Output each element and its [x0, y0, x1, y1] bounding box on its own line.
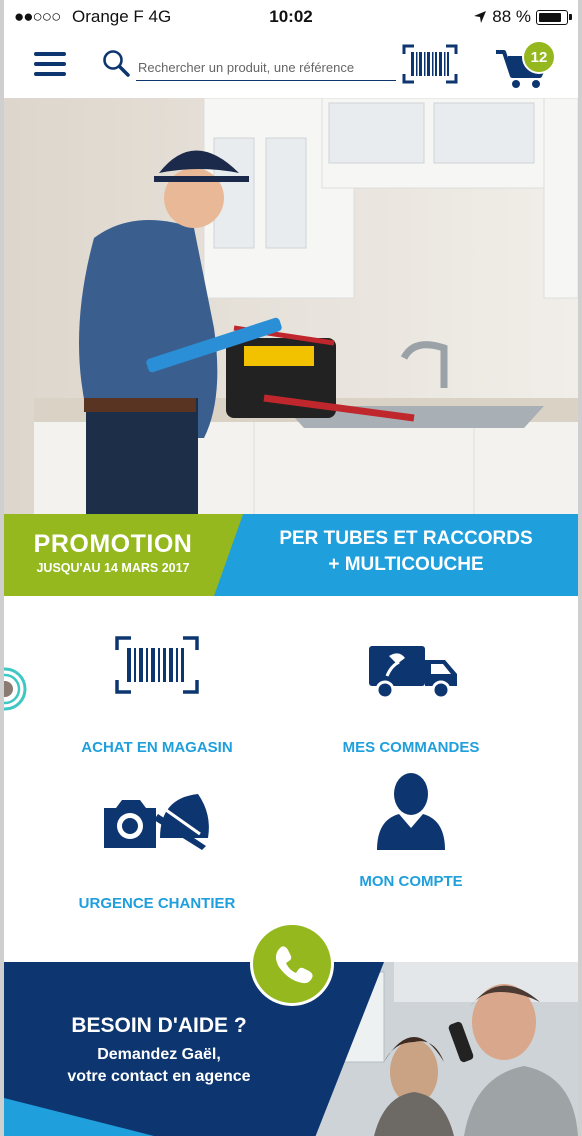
- hero-image: [4, 98, 578, 514]
- tile-label: URGENCE CHANTIER: [78, 895, 236, 912]
- promotion-banner[interactable]: PROMOTION JUSQU'AU 14 MARS 2017 PER TUBE…: [4, 514, 578, 596]
- phone-icon: [275, 946, 313, 984]
- call-button[interactable]: [250, 922, 334, 1006]
- tile-label: MES COMMANDES: [342, 739, 480, 756]
- user-icon: [377, 773, 445, 850]
- help-subtitle-line2: votre contact en agence: [67, 1068, 251, 1085]
- delivery-truck-icon: [369, 646, 457, 700]
- battery-status: 88 %: [473, 7, 572, 27]
- help-subtitle-line1: Demandez Gaël,: [97, 1046, 221, 1063]
- promo-product-line1: PER TUBES ET RACCORDS: [279, 528, 533, 549]
- search-input[interactable]: [136, 54, 396, 81]
- menu-icon[interactable]: [34, 52, 66, 76]
- battery-icon: [536, 9, 572, 25]
- barcode-scan-icon[interactable]: [402, 44, 458, 84]
- tile-mon-compte[interactable]: MON COMPTE: [286, 770, 536, 890]
- tile-urgence-chantier[interactable]: URGENCE CHANTIER: [32, 792, 282, 912]
- tile-achat-en-magasin[interactable]: ACHAT EN MAGASIN: [32, 636, 282, 756]
- cart-count-badge[interactable]: 12: [522, 40, 556, 74]
- status-bar: ●●○○○ Orange F 4G 10:02 88 %: [4, 0, 578, 34]
- app-screen: ●●○○○ Orange F 4G 10:02 88 % Rechercher …: [4, 0, 578, 1136]
- tile-mes-commandes[interactable]: MES COMMANDES: [286, 636, 536, 756]
- tile-label: MON COMPTE: [359, 873, 463, 890]
- battery-percent: 88 %: [492, 7, 531, 26]
- promo-product-line2: + MULTICOUCHE: [328, 554, 484, 575]
- camera-helmet-icon: [104, 794, 209, 850]
- search-icon[interactable]: [101, 48, 131, 78]
- promo-date: JUSQU'AU 14 MARS 2017: [36, 561, 190, 575]
- promo-title: PROMOTION: [33, 530, 193, 558]
- location-arrow-icon: [474, 11, 487, 23]
- barcode-icon: [115, 636, 199, 694]
- side-drawer-handle[interactable]: [4, 662, 28, 716]
- tile-label: ACHAT EN MAGASIN: [81, 739, 233, 756]
- top-bar: 12: [4, 34, 578, 98]
- help-title: BESOIN D'AIDE ?: [71, 1014, 247, 1037]
- plumber-illustration: [4, 98, 578, 514]
